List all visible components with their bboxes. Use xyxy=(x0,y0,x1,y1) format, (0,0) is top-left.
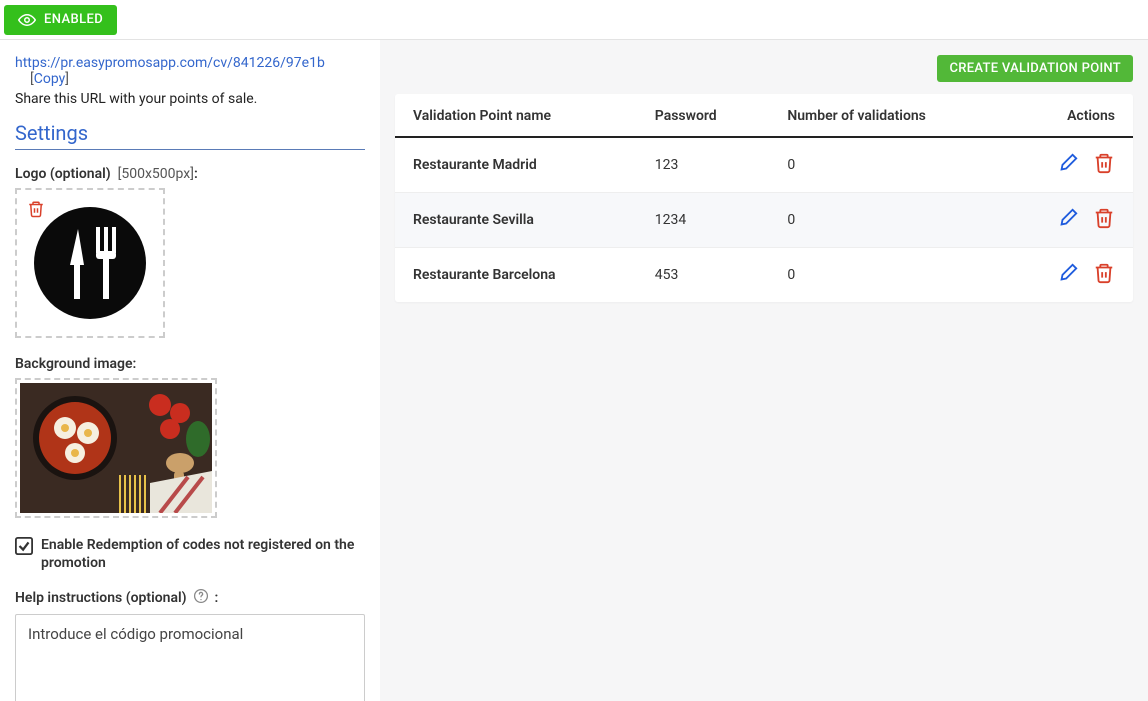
row-validations: 0 xyxy=(769,193,1005,248)
help-instructions-textarea[interactable] xyxy=(15,614,365,701)
top-bar: ENABLED xyxy=(0,0,1148,40)
logo-thumbnail[interactable] xyxy=(15,188,165,338)
share-url-line: https://pr.easypromosapp.com/cv/841226/9… xyxy=(15,55,365,87)
trash-icon xyxy=(1093,207,1115,233)
checkbox-checked-icon xyxy=(15,537,33,555)
share-instructions: Share this URL with your points of sale. xyxy=(15,91,365,107)
pencil-icon xyxy=(1057,262,1079,288)
col-name: Validation Point name xyxy=(395,94,637,137)
trash-icon xyxy=(1093,152,1115,178)
edit-button[interactable] xyxy=(1057,152,1079,178)
table-row: Restaurante Barcelona4530 xyxy=(395,248,1133,303)
table-row: Restaurante Sevilla12340 xyxy=(395,193,1133,248)
row-password: 1234 xyxy=(637,193,770,248)
row-validations: 0 xyxy=(769,248,1005,303)
enabled-toggle[interactable]: ENABLED xyxy=(4,5,117,35)
share-url-link[interactable]: https://pr.easypromosapp.com/cv/841226/9… xyxy=(15,55,325,71)
background-image-label: Background image: xyxy=(15,356,365,372)
row-name: Restaurante Sevilla xyxy=(395,193,637,248)
delete-button[interactable] xyxy=(1093,207,1115,233)
eye-icon xyxy=(18,11,36,29)
help-instructions-label: Help instructions (optional) xyxy=(15,590,187,606)
row-validations: 0 xyxy=(769,137,1005,193)
col-password: Password xyxy=(637,94,770,137)
trash-icon xyxy=(27,200,45,218)
row-password: 123 xyxy=(637,137,770,193)
row-name: Restaurante Madrid xyxy=(395,137,637,193)
main-panel: CREATE VALIDATION POINT Validation Point… xyxy=(380,40,1148,701)
edit-button[interactable] xyxy=(1057,207,1079,233)
background-image xyxy=(20,383,212,513)
trash-icon xyxy=(1093,262,1115,288)
row-name: Restaurante Barcelona xyxy=(395,248,637,303)
enabled-label: ENABLED xyxy=(44,12,103,27)
copy-bracket: [Copy] xyxy=(30,71,69,87)
delete-button[interactable] xyxy=(1093,152,1115,178)
enable-redemption-label: Enable Redemption of codes not registere… xyxy=(41,536,365,572)
edit-button[interactable] xyxy=(1057,262,1079,288)
help-instructions-label-row: Help instructions (optional) : xyxy=(15,588,365,608)
col-validations: Number of validations xyxy=(769,94,1005,137)
delete-button[interactable] xyxy=(1093,262,1115,288)
copy-link[interactable]: Copy xyxy=(34,71,66,87)
settings-heading: Settings xyxy=(15,121,365,150)
pencil-icon xyxy=(1057,207,1079,233)
row-password: 453 xyxy=(637,248,770,303)
background-thumbnail[interactable] xyxy=(15,378,217,518)
settings-sidebar: https://pr.easypromosapp.com/cv/841226/9… xyxy=(0,40,380,701)
col-actions: Actions xyxy=(1006,94,1133,137)
table-row: Restaurante Madrid1230 xyxy=(395,137,1133,193)
help-icon[interactable] xyxy=(193,588,209,608)
delete-logo-button[interactable] xyxy=(23,196,49,222)
logo-label: Logo (optional) [500x500px]: xyxy=(15,166,365,182)
pencil-icon xyxy=(1057,152,1079,178)
enable-redemption-checkbox[interactable]: Enable Redemption of codes not registere… xyxy=(15,536,365,572)
validation-points-table: Validation Point name Password Number of… xyxy=(395,94,1133,302)
create-validation-point-button[interactable]: CREATE VALIDATION POINT xyxy=(937,55,1133,82)
